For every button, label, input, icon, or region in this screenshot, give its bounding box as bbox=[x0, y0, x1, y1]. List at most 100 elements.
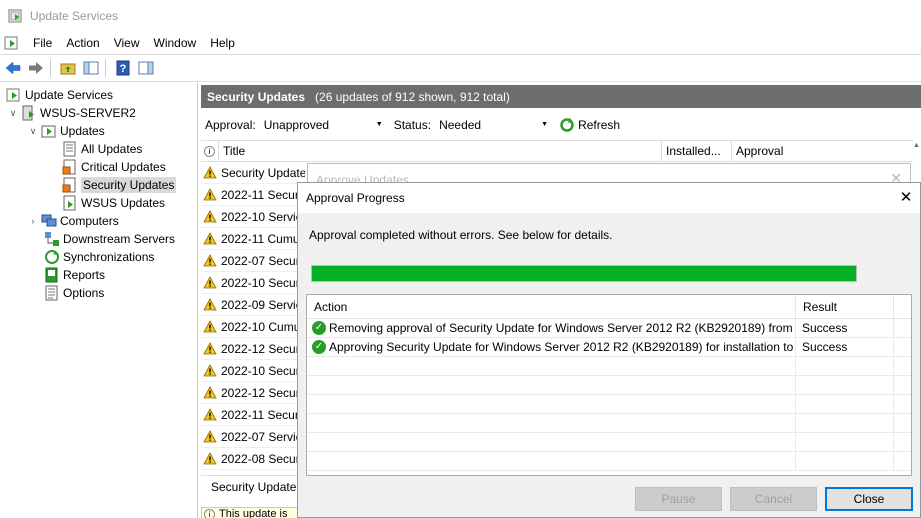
table-row[interactable]: 2022-08 Security bbox=[201, 448, 305, 470]
info-column-header[interactable]: i bbox=[201, 140, 219, 162]
tree-item-all-updates[interactable]: All Updates bbox=[62, 140, 142, 158]
table-row[interactable]: 2022-09 Servicing bbox=[201, 294, 305, 316]
tree-item-downstream-servers[interactable]: Downstream Servers bbox=[44, 230, 175, 248]
update-title: 2022-10 Servicing bbox=[221, 209, 305, 224]
updates-list-header: i Title Installed... Approval bbox=[201, 140, 913, 162]
updates-folder-icon bbox=[41, 125, 56, 138]
menu-file[interactable]: File bbox=[26, 32, 59, 54]
menu-action[interactable]: Action bbox=[59, 32, 106, 54]
warning-icon bbox=[203, 364, 217, 377]
action-cell: ✓ Approving Security Update for Windows S… bbox=[307, 337, 796, 357]
progress-bar bbox=[311, 265, 857, 282]
table-row[interactable]: 2022-11 Cumulative bbox=[201, 228, 305, 250]
menu-bar: File Action View Window Help bbox=[0, 32, 921, 54]
refresh-label: Refresh bbox=[578, 118, 621, 132]
show-hide-tree-icon[interactable] bbox=[81, 58, 101, 78]
chevron-down-icon[interactable]: ∨ bbox=[8, 108, 18, 119]
tree-item-critical-updates[interactable]: Critical Updates bbox=[62, 158, 166, 176]
table-row[interactable]: 2022-10 Security bbox=[201, 360, 305, 382]
empty-row bbox=[307, 413, 911, 433]
forward-arrow-icon[interactable] bbox=[26, 58, 46, 78]
action-column-label: Action bbox=[314, 300, 348, 314]
table-row[interactable]: 2022-07 Servicing bbox=[201, 426, 305, 448]
approval-progress-dialog: Approval Progress ✕ Approval completed w… bbox=[297, 182, 921, 518]
scroll-up-arrow-icon[interactable]: ▲ bbox=[912, 142, 921, 156]
tree-item-options[interactable]: Options bbox=[44, 284, 104, 302]
action-cell bbox=[307, 356, 796, 376]
tree-item-computers[interactable]: › Computers bbox=[28, 212, 119, 230]
up-folder-icon[interactable] bbox=[58, 58, 78, 78]
action-cell bbox=[307, 451, 796, 471]
table-row[interactable]: 2022-10 Cumulative bbox=[201, 316, 305, 338]
title-column-label: Title bbox=[223, 144, 246, 158]
warning-icon bbox=[203, 276, 217, 289]
warning-icon bbox=[203, 166, 217, 179]
pause-button[interactable]: Pause bbox=[635, 487, 722, 511]
result-column-header[interactable]: Result bbox=[796, 295, 894, 319]
window-titlebar: Update Services bbox=[0, 0, 921, 32]
action-text: Removing approval of Security Update for… bbox=[329, 321, 796, 335]
result-cell: Success bbox=[796, 318, 894, 338]
status-message: Approval completed without errors. See b… bbox=[309, 228, 613, 242]
dialog-title: Approval Progress bbox=[306, 191, 405, 205]
installed-column-header[interactable]: Installed... bbox=[662, 140, 732, 162]
action-cell bbox=[307, 375, 796, 395]
approval-column-label: Approval bbox=[736, 144, 784, 158]
update-services-icon bbox=[8, 9, 22, 23]
tree-item-reports[interactable]: Reports bbox=[44, 266, 105, 284]
chevron-down-icon[interactable]: ∨ bbox=[28, 126, 38, 137]
installed-column-label: Installed... bbox=[666, 144, 721, 158]
dropdown-arrow-icon: ▼ bbox=[541, 121, 549, 128]
table-row[interactable]: 2022-11 Security bbox=[201, 404, 305, 426]
tree-label: Options bbox=[63, 286, 105, 300]
tree-item-wsus-updates[interactable]: WSUS Updates bbox=[62, 194, 165, 212]
menu-window[interactable]: Window bbox=[147, 32, 204, 54]
update-title: 2022-12 Security bbox=[221, 341, 305, 356]
table-row[interactable]: 2022-12 Security bbox=[201, 338, 305, 360]
cancel-button[interactable]: Cancel bbox=[730, 487, 817, 511]
result-row[interactable]: ✓ Removing approval of Security Update fo… bbox=[307, 318, 911, 338]
tree-item-wsus-server2[interactable]: ∨ WSUS-SERVER2 bbox=[8, 104, 136, 122]
action-column-header[interactable]: Action bbox=[307, 295, 796, 319]
tree-label: WSUS-SERVER2 bbox=[40, 106, 136, 120]
table-row[interactable]: 2022-10 Servicing bbox=[201, 206, 305, 228]
tree-label: Reports bbox=[63, 268, 106, 282]
help-icon[interactable]: ? bbox=[113, 58, 133, 78]
warning-icon bbox=[203, 298, 217, 311]
tree-item-updates[interactable]: ∨ Updates bbox=[28, 122, 105, 140]
update-title: 2022-11 Security bbox=[221, 187, 305, 202]
tree-item-update-services[interactable]: Update Services bbox=[6, 86, 113, 104]
update-services-icon bbox=[6, 88, 20, 102]
title-column-header[interactable]: Title bbox=[219, 140, 662, 162]
security-updates-icon bbox=[62, 177, 76, 193]
tree-label: Updates bbox=[60, 124, 105, 138]
table-row[interactable]: Security Update bbox=[201, 162, 305, 184]
tree-label: Security Updates bbox=[81, 177, 177, 193]
tree-item-synchronizations[interactable]: Synchronizations bbox=[44, 248, 154, 266]
update-title: 2022-11 Security bbox=[221, 407, 305, 422]
result-cell bbox=[796, 432, 894, 452]
warning-icon bbox=[203, 386, 217, 399]
approval-dropdown[interactable]: Unapproved ▼ bbox=[259, 115, 388, 135]
table-row[interactable]: 2022-10 Security bbox=[201, 272, 305, 294]
refresh-button[interactable]: Refresh bbox=[559, 117, 620, 133]
table-row[interactable]: 2022-12 Security bbox=[201, 382, 305, 404]
back-arrow-icon[interactable] bbox=[3, 58, 23, 78]
result-row[interactable]: ✓ Approving Security Update for Windows S… bbox=[307, 337, 911, 357]
menu-view[interactable]: View bbox=[107, 32, 147, 54]
close-button[interactable]: Close bbox=[825, 487, 913, 511]
table-row[interactable]: 2022-07 Security bbox=[201, 250, 305, 272]
tree-label: Downstream Servers bbox=[63, 232, 176, 246]
result-cell bbox=[796, 375, 894, 395]
all-updates-icon bbox=[63, 141, 76, 157]
menu-help[interactable]: Help bbox=[203, 32, 242, 54]
system-menu-icon[interactable] bbox=[4, 35, 20, 51]
approval-column-header[interactable]: Approval bbox=[732, 140, 911, 162]
approval-value: Unapproved bbox=[263, 118, 330, 132]
table-row[interactable]: 2022-11 Security bbox=[201, 184, 305, 206]
status-dropdown[interactable]: Needed ▼ bbox=[435, 115, 554, 135]
chevron-right-icon[interactable]: › bbox=[28, 216, 38, 226]
show-hide-action-pane-icon[interactable] bbox=[136, 58, 156, 78]
tree-item-security-updates[interactable]: Security Updates bbox=[62, 176, 177, 194]
close-icon[interactable]: ✕ bbox=[896, 188, 916, 208]
